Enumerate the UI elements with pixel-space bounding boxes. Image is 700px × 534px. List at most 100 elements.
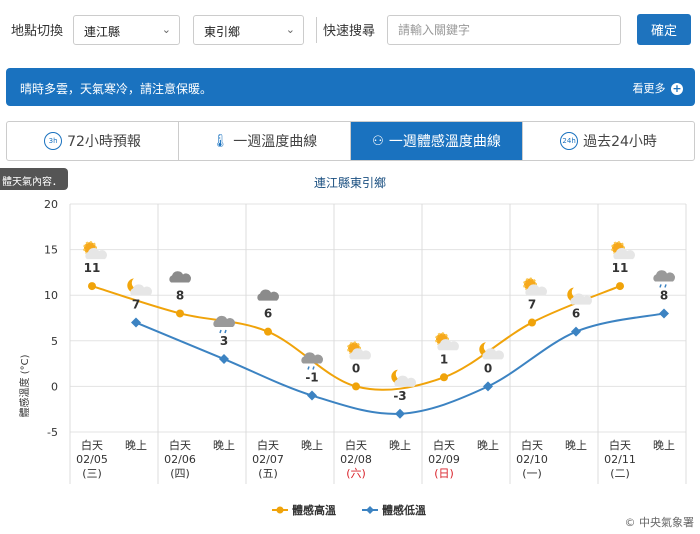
night-label: 晚上 [389,439,411,452]
data-label: 11 [612,261,629,275]
data-label: -3 [393,389,406,403]
low-temp-point[interactable] [483,381,493,392]
y-tick-label: 15 [44,244,58,257]
clock-24h-icon: 24h [560,132,579,150]
tooltip-chip[interactable]: 體天氣內容． [0,168,68,190]
weather-banner: 晴時多雲，天氣寒冷，請注意保暖。 看更多 + [6,68,695,106]
weekday-label: (六) [346,467,366,480]
weekday-label: (五) [258,467,278,480]
town-value: 東引鄉 [204,25,241,39]
low-temp-point[interactable] [659,308,669,319]
y-tick-label: -5 [47,426,58,439]
tab-past-24h[interactable]: 24h 過去24小時 [523,122,694,160]
thermometer-icon: 🌡 [211,133,229,149]
day-label: 白天 [345,438,367,452]
sunny-cloud-icon [523,277,547,296]
chevron-down-icon: ⌄ [285,23,295,36]
high-temp-point[interactable] [440,373,448,382]
y-tick-label: 10 [44,289,58,302]
sunny-cloud-icon [435,332,459,351]
weekday-label: (四) [170,467,190,480]
low-temp-point[interactable] [307,390,317,401]
data-label: 0 [484,361,492,375]
date-label: 02/11 [604,453,636,466]
date-label: 02/05 [76,453,108,466]
weekday-label: (三) [82,467,102,480]
search-input[interactable] [387,15,621,45]
high-temp-point[interactable] [528,318,536,327]
day-label: 白天 [81,438,103,452]
data-label: 11 [84,261,101,275]
chart-title: 連江縣東引鄉 [314,176,386,190]
body-temp-icon: ⚇ [372,133,384,149]
day-label: 白天 [257,438,279,452]
quick-search-label: 快速搜尋 [323,24,376,39]
high-temp-point[interactable] [88,282,96,291]
tab-label: 72小時預報 [67,134,141,150]
tab-week-temp[interactable]: 🌡 一週溫度曲線 [179,122,351,160]
y-tick-label: 0 [51,380,58,393]
data-label: 6 [264,307,272,321]
sunny-cloud-icon [611,241,635,260]
rainy-cloud-icon [653,270,675,288]
chevron-down-icon: ⌄ [161,23,171,36]
cloudy-icon [169,271,191,283]
y-tick-label: 5 [51,335,58,348]
data-label: 3 [220,334,228,348]
data-label: 8 [660,288,668,302]
night-label: 晚上 [653,439,675,452]
date-label: 02/10 [516,453,548,466]
confirm-button[interactable]: 確定 [637,14,691,45]
night-label: 晚上 [565,439,587,452]
night-label: 晚上 [301,439,323,452]
night-label: 晚上 [213,439,235,452]
county-value: 連江縣 [84,25,121,39]
county-select[interactable]: 連江縣 ⌄ [73,15,180,45]
moon-cloud-icon [391,369,416,387]
apparent-temp-chart: 連江縣東引鄉 體感溫度 (°C) 20151050-5 白天02/05(三)晚上… [18,176,695,529]
low-temp-point[interactable] [219,354,229,365]
weekday-label: (二) [610,467,630,480]
more-link[interactable]: 看更多 + [633,80,683,96]
date-label: 02/09 [428,453,460,466]
credit: © 中央氣象署 [625,515,695,529]
high-temp-point[interactable] [352,382,360,391]
data-label: 8 [176,288,184,302]
high-temp-point[interactable] [264,327,272,336]
data-label: -1 [305,371,318,385]
night-label: 晚上 [125,439,147,452]
banner-message: 晴時多雲，天氣寒冷，請注意保暖。 [20,82,213,96]
day-label: 白天 [169,438,191,452]
data-label: 7 [528,298,536,312]
legend-label[interactable]: 體感低溫 [382,503,426,517]
high-temp-point[interactable] [176,309,184,318]
weekday-label: (一) [522,467,542,480]
y-axis-label: 體感溫度 (°C) [18,354,31,417]
night-label: 晚上 [477,439,499,452]
data-label: 7 [132,298,140,312]
high-temp-point[interactable] [616,282,624,291]
location-bar: 地點切換 連江縣 ⌄ 東引鄉 ⌄ 快速搜尋 確定 [0,0,700,60]
legend-marker [366,506,374,514]
date-label: 02/06 [164,453,196,466]
low-temp-point[interactable] [395,408,405,419]
low-temp-point[interactable] [571,326,581,337]
tab-week-apparent-temp[interactable]: ⚇ 一週體感溫度曲線 [351,122,523,160]
data-label: 6 [572,307,580,321]
legend-label[interactable]: 體感高溫 [292,503,336,517]
location-label: 地點切換 [11,24,64,39]
y-tick-label: 20 [44,198,58,211]
weekday-label: (日) [434,467,454,480]
town-select[interactable]: 東引鄉 ⌄ [193,15,304,45]
sunny-cloud-icon [83,241,107,260]
data-label: 1 [440,352,448,366]
low-temp-point[interactable] [131,317,141,328]
moon-cloud-icon [127,278,152,296]
sunny-cloud-icon [347,341,371,360]
moon-cloud-icon [479,342,504,360]
forecast-tabs: 3h 72小時預報 🌡 一週溫度曲線 ⚇ 一週體感溫度曲線 24h 過去24小時 [6,121,695,161]
plus-circle-icon: + [671,82,683,95]
date-label: 02/08 [340,453,372,466]
tab-72h-forecast[interactable]: 3h 72小時預報 [7,122,179,160]
cloudy-icon [257,289,279,301]
